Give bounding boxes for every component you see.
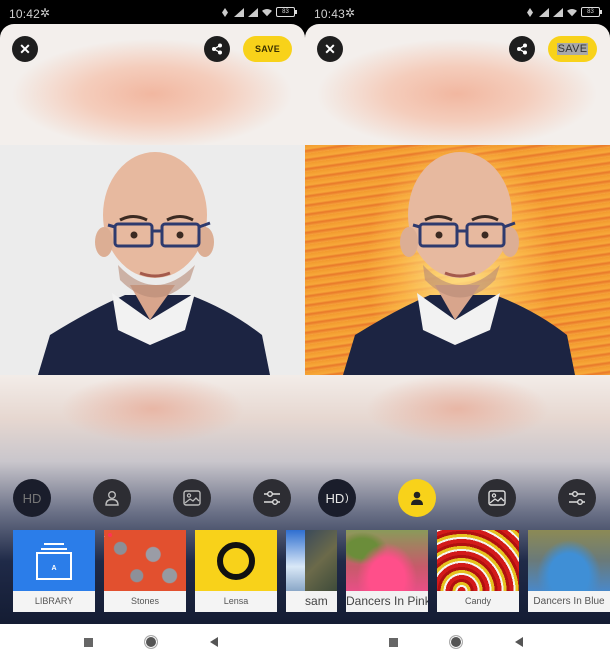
status-time: 10:43 [314, 7, 346, 21]
dancers-pink-thumb [346, 530, 428, 591]
signal-icon-2 [553, 7, 563, 17]
phone-screen-before: 10:42 ✲ 83 ✕ SAVE HD A LIBRARY DAILY Sto… [0, 0, 305, 661]
battery-icon: 83 [581, 7, 602, 17]
phone-screen-after: 10:43 ✲ 83 ✕ SAVE HD) sam Dancers In Pi… [305, 0, 610, 661]
save-button[interactable]: SAVE [548, 36, 597, 62]
style-label: Dancers In Pink [346, 591, 428, 612]
runsam-thumb [305, 530, 337, 591]
style-label: Candy [437, 591, 519, 612]
signal-icon [539, 7, 549, 17]
style-card-runsam[interactable] [286, 530, 305, 612]
adjust-button[interactable] [558, 479, 596, 517]
candy-thumb [437, 530, 519, 591]
status-bar: 10:43 ✲ 83 [305, 0, 610, 26]
sliders-icon [264, 491, 280, 505]
back-button[interactable] [210, 637, 218, 647]
status-time: 10:42 [9, 7, 41, 21]
portrait-mode-button[interactable] [93, 479, 131, 517]
daily-dot [108, 533, 112, 537]
style-label-partial: Runsam [305, 591, 337, 612]
style-label: Lensa [195, 591, 277, 612]
recents-button[interactable] [84, 638, 93, 647]
home-button[interactable] [144, 635, 158, 649]
style-label: LIBRARY [13, 591, 95, 612]
library-letter: A [51, 565, 56, 572]
hd-label: HD [22, 490, 42, 506]
share-icon [212, 43, 222, 55]
style-card-lensa[interactable]: Lensa [195, 530, 277, 612]
person-icon [105, 491, 119, 506]
status-bar: 10:42 ✲ 83 [0, 0, 305, 26]
signal-icon-2 [248, 7, 258, 17]
style-card-dancers-in-pink[interactable]: Dancers In Pink [346, 530, 428, 612]
portrait-mode-button[interactable] [398, 479, 436, 517]
settings-status-icon: ✲ [345, 6, 356, 20]
image-icon [488, 490, 506, 506]
portrait-image [343, 152, 575, 375]
tool-row: HD) [305, 479, 610, 519]
settings-status-icon: ✲ [40, 6, 51, 20]
hd-toggle[interactable]: HD) [318, 479, 356, 517]
lensa-thumb [195, 530, 277, 591]
close-icon: ✕ [19, 40, 31, 57]
save-button[interactable]: SAVE [243, 36, 292, 62]
recents-button[interactable] [389, 638, 398, 647]
photo-preview [0, 145, 305, 375]
save-label-highlighted: SAVE [556, 43, 589, 55]
hd-toggle[interactable]: HD [13, 479, 51, 517]
android-nav-bar [0, 624, 305, 661]
hd-active-indicator: ) [345, 492, 349, 504]
style-card-dancers-in-blue[interactable]: Dancers In Blue [528, 530, 610, 612]
hd-label: HD [325, 490, 345, 506]
background-mode-button[interactable] [173, 479, 211, 517]
style-carousel[interactable]: A LIBRARY DAILY Stones Lensa [0, 530, 305, 612]
adjust-button[interactable] [253, 479, 291, 517]
wifi-icon [567, 8, 577, 16]
signal-icon [234, 7, 244, 17]
style-label: Stones [104, 591, 186, 612]
editor-screen: ✕ SAVE HD) Runsam Dancers In Pin [305, 24, 610, 624]
portrait-image [38, 152, 270, 375]
close-icon: ✕ [324, 40, 336, 57]
vibrate-icon [222, 7, 228, 17]
library-icon: A [36, 543, 72, 580]
close-button[interactable]: ✕ [317, 36, 343, 62]
style-label: Runsam [305, 594, 328, 608]
editor-screen: ✕ SAVE HD A LIBRARY DAILY Stones Lensa [0, 24, 305, 624]
share-button[interactable] [509, 36, 535, 62]
daily-badge: DAILY [104, 532, 108, 550]
status-icons: 83 [525, 7, 602, 17]
style-label-partial [286, 591, 305, 612]
photo-preview-stylized [305, 145, 610, 375]
runsam-thumb [286, 530, 305, 591]
style-card-runsam[interactable]: Runsam [305, 530, 337, 612]
save-label: SAVE [254, 44, 281, 54]
status-icons: 83 [220, 7, 297, 17]
stones-thumb: DAILY [104, 530, 186, 591]
share-button[interactable] [204, 36, 230, 62]
image-icon [183, 490, 201, 506]
back-button[interactable] [515, 637, 523, 647]
tool-row: HD [0, 479, 305, 519]
dancers-blue-thumb [528, 530, 610, 591]
library-thumb: A [13, 530, 95, 591]
vibrate-icon [527, 7, 533, 17]
lensa-logo-icon [217, 542, 255, 580]
close-button[interactable]: ✕ [12, 36, 38, 62]
android-nav-bar [305, 624, 610, 661]
person-icon [411, 491, 423, 505]
style-card-stones[interactable]: DAILY Stones [104, 530, 186, 612]
style-card-candy[interactable]: Candy [437, 530, 519, 612]
style-carousel[interactable]: Runsam Dancers In Pink Candy Dancers In … [305, 530, 610, 612]
home-button[interactable] [449, 635, 463, 649]
style-card-library[interactable]: A LIBRARY [13, 530, 95, 612]
sliders-icon [569, 491, 585, 505]
share-icon [517, 43, 527, 55]
wifi-icon [262, 8, 272, 16]
battery-icon: 83 [276, 7, 297, 17]
background-mode-button[interactable] [478, 479, 516, 517]
style-label: Dancers In Blue [528, 591, 610, 612]
